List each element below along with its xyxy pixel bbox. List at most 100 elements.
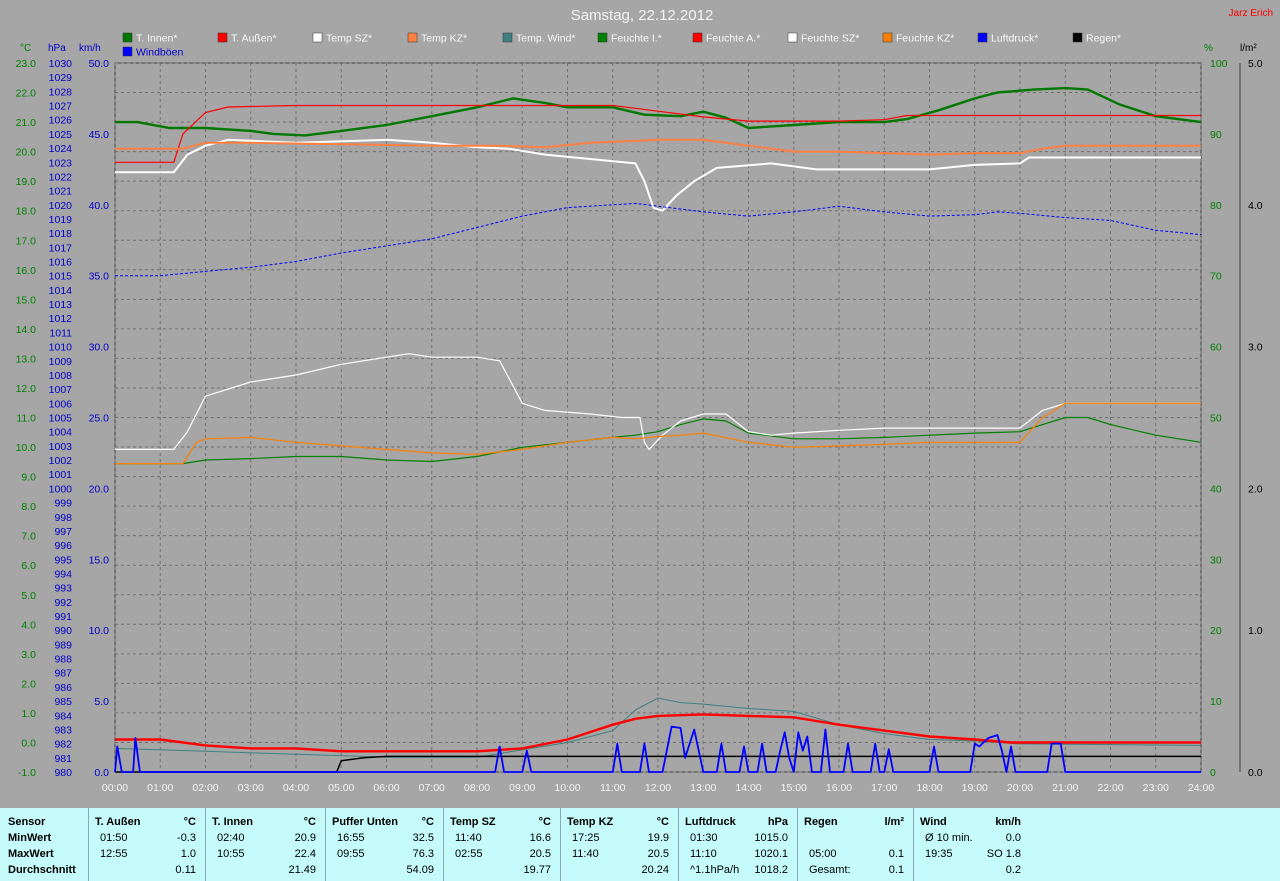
temp-tick-label: 20.0 [16, 147, 37, 159]
stats-min-value: 20.9 [294, 832, 316, 844]
stats-block-4: Temp KZ °C 17:25 19.9 11:40 20.5 20.24 [560, 808, 679, 881]
humidity-tick-label: 20 [1210, 625, 1222, 637]
stats-unit: l/m² [884, 816, 904, 828]
unit-humidity: % [1204, 43, 1213, 54]
temp-tick-label: 15.0 [16, 294, 37, 306]
stats-title: Temp SZ [450, 816, 496, 828]
humidity-tick-label: 50 [1210, 413, 1222, 425]
stats-title: Wind [920, 816, 947, 828]
stats-block-0: T. Außen °C 01:50 -0.3 12:55 1.0 0.11 [88, 808, 206, 881]
pressure-tick-label: 996 [54, 540, 72, 552]
stats-unit: °C [421, 816, 434, 828]
x-tick-label: 17:00 [871, 782, 897, 794]
legend-label: Regen* [1086, 33, 1121, 45]
x-tick-label: 16:00 [826, 782, 852, 794]
pressure-tick-label: 1021 [49, 186, 73, 198]
stats-title: Regen [804, 816, 838, 828]
x-tick-label: 13:00 [690, 782, 716, 794]
legend-label: Temp. Wind* [516, 33, 576, 45]
pressure-tick-label: 1024 [49, 143, 73, 155]
humidity-tick-label: 70 [1210, 271, 1222, 283]
legend-swatch [312, 32, 323, 43]
pressure-tick-label: 991 [54, 611, 72, 623]
rain-tick-label: 5.0 [1248, 58, 1263, 70]
wind-tick-label: 25.0 [89, 413, 110, 425]
x-tick-label: 15:00 [781, 782, 807, 794]
legend-swatch [122, 32, 133, 43]
x-tick-label: 14:00 [735, 782, 761, 794]
chart-title: Samstag, 22.12.2012 [571, 7, 714, 24]
legend-swatch [502, 32, 513, 43]
pressure-tick-label: 1004 [49, 427, 73, 439]
stats-row-max: MaxWert [8, 848, 54, 860]
humidity-tick-label: 90 [1210, 129, 1222, 141]
stats-block-1: T. Innen °C 02:40 20.9 10:55 22.4 21.49 [205, 808, 326, 881]
wind-tick-label: 5.0 [94, 696, 109, 708]
temp-tick-label: 7.0 [21, 531, 36, 543]
stats-title: T. Außen [95, 816, 141, 828]
humidity-tick-label: 0 [1210, 767, 1216, 779]
pressure-tick-label: 997 [54, 526, 72, 538]
x-tick-label: 00:00 [102, 782, 128, 794]
pressure-tick-label: 1020 [49, 200, 73, 212]
stats-avg-label: ^1.1hPa/h [690, 864, 740, 876]
pressure-tick-label: 1013 [49, 299, 73, 311]
pressure-tick-label: 1017 [49, 242, 73, 254]
temp-tick-label: 9.0 [21, 472, 36, 484]
stats-max-time: 19:35 [925, 848, 953, 860]
x-tick-label: 21:00 [1052, 782, 1078, 794]
stats-max-value: 22.4 [294, 848, 316, 860]
temp-tick-label: 4.0 [21, 619, 36, 631]
temp-tick-label: 22.0 [16, 88, 37, 100]
stats-block-5: Luftdruck hPa 01:30 1015.0 11:10 1020.1 ^1.1hP… [678, 808, 798, 881]
pressure-tick-label: 1015 [49, 271, 73, 283]
stats-min-value: 19.9 [647, 832, 669, 844]
x-tick-label: 20:00 [1007, 782, 1033, 794]
stats-min-value: 32.5 [412, 832, 434, 844]
stats-title: Puffer Unten [332, 816, 398, 828]
legend-label: Feuchte I.* [611, 33, 662, 45]
legend-label: Temp SZ* [326, 33, 372, 45]
stats-sensor-title: Sensor [8, 816, 46, 828]
x-tick-label: 08:00 [464, 782, 490, 794]
temp-tick-label: 5.0 [21, 590, 36, 602]
temp-tick-label: 8.0 [21, 501, 36, 513]
x-tick-label: 07:00 [419, 782, 445, 794]
legend-label: Feuchte SZ* [801, 33, 859, 45]
stats-min-time: 01:50 [100, 832, 128, 844]
stats-min-value: -0.3 [177, 832, 196, 844]
legend-swatch [407, 32, 418, 43]
wind-tick-label: 35.0 [89, 271, 110, 283]
temp-tick-label: 11.0 [16, 413, 36, 425]
wind-tick-label: 20.0 [89, 483, 110, 495]
stats-max-time: 11:40 [572, 848, 599, 860]
x-tick-label: 06:00 [373, 782, 399, 794]
stats-min-time: 01:30 [690, 832, 718, 844]
temp-tick-label: 6.0 [21, 560, 36, 572]
legend-swatch [977, 32, 988, 43]
stats-max-time: 02:55 [455, 848, 483, 860]
x-tick-label: 01:00 [147, 782, 173, 794]
temp-tick-label: 13.0 [16, 353, 37, 365]
pressure-tick-label: 980 [54, 767, 72, 779]
stats-block-6: Regen l/m² 05:00 0.1 Gesamt: 0.1 [797, 808, 914, 881]
stats-max-value: 76.3 [412, 848, 434, 860]
pressure-tick-label: 990 [54, 625, 72, 637]
x-tick-label: 04:00 [283, 782, 309, 794]
pressure-tick-label: 982 [54, 739, 72, 751]
temp-tick-label: 14.0 [16, 324, 37, 336]
stats-min-time: 11:40 [455, 832, 482, 844]
stats-row-avg: Durchschnitt [8, 864, 76, 876]
stats-max-value: 1.0 [180, 848, 196, 860]
rain-tick-label: 0.0 [1248, 767, 1263, 779]
stats-row-min: MinWert [8, 832, 52, 844]
stats-avg-value: 19.77 [523, 864, 551, 876]
pressure-tick-label: 1022 [49, 171, 73, 183]
humidity-tick-label: 10 [1210, 696, 1222, 708]
x-tick-label: 10:00 [554, 782, 580, 794]
stats-max-time: 11:10 [690, 848, 717, 860]
x-tick-label: 11:00 [600, 782, 626, 794]
author-label: Jarz Erich [1229, 8, 1273, 19]
pressure-tick-label: 1025 [49, 129, 73, 141]
stats-title: T. Innen [212, 816, 253, 828]
